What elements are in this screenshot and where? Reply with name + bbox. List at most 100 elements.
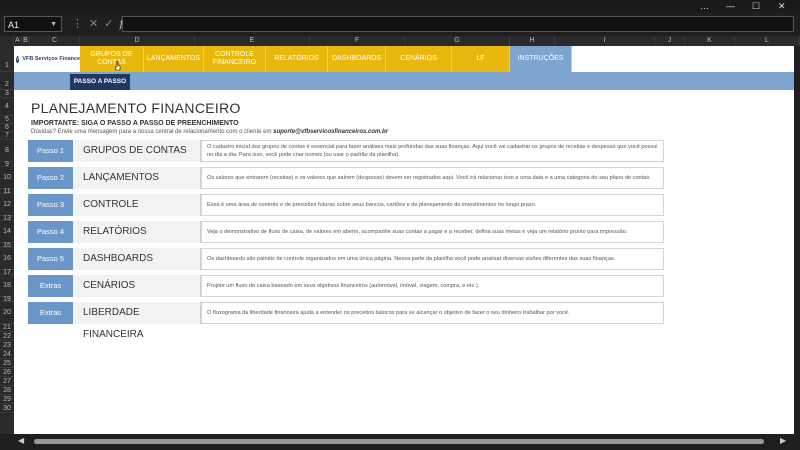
more-options-icon[interactable]: … [700,0,709,12]
row-header[interactable]: 4 [0,98,14,116]
row-header[interactable]: 8 [0,140,14,162]
row-header[interactable]: 29 [0,395,14,404]
tab-cenarios[interactable]: CENÁRIOS [386,46,452,72]
scroll-left-icon[interactable]: ◀ [18,435,24,447]
row-header[interactable]: 21 [0,324,14,332]
step-description-text: O cadastro inicial dos grupos de contas … [207,144,658,158]
tab-lancamentos[interactable]: LANÇAMENTOS [144,46,204,72]
step-row: Passo 3 CONTROLE FINANCEIRO Essa é uma á… [28,194,664,232]
support-email[interactable]: suporte@vfbservicosfinanceiros.com.br [273,129,388,135]
step-description: O fluxograma da liberdade financeira aju… [201,302,664,324]
row-header[interactable]: 24 [0,350,14,359]
worksheet[interactable]: V VFB Serviços Financeiros GRUPOS DE CON… [14,46,794,434]
column-headers: A B C D E F G H I J K L [0,36,800,46]
row-header[interactable]: 1 [0,46,14,72]
step-label: Extras [28,302,73,324]
step-description-text: Essa é uma área de controle e de previsõ… [207,202,537,208]
row-header[interactable]: 23 [0,341,14,350]
row-header[interactable]: 3 [0,90,14,98]
row-header[interactable]: 25 [0,359,14,368]
brand: V VFB Serviços Financeiros [14,46,90,72]
tab-lf[interactable]: LF [452,46,510,72]
step-name[interactable]: LIBERDADE FINANCEIRA [73,302,201,340]
tab-instrucoes[interactable]: INSTRUÇÕES [510,46,572,72]
step-row: Passo 5 DASHBOARDS Os dashboards são pai… [28,248,664,270]
tab-grupos-de-contas[interactable]: GRUPOS DE CONTAS [80,46,144,72]
step-description: O cadastro inicial dos grupos de contas … [201,140,664,162]
row-header[interactable]: 30 [0,404,14,413]
step-row: Passo 2 LANÇAMENTOS Os valores que entra… [28,167,664,189]
brand-logo-icon: V [16,55,20,63]
scroll-right-icon[interactable]: ▶ [780,435,786,447]
row-header[interactable]: 10 [0,167,14,189]
column-header-l[interactable]: L [735,36,800,46]
step-label: Passo 5 [28,248,73,270]
select-all-corner[interactable] [0,36,14,46]
tab-label: LANÇAMENTOS [146,55,201,62]
row-header[interactable]: 2 [0,72,14,90]
name-box[interactable]: A1 ▼ [4,16,62,32]
row-header[interactable]: 28 [0,386,14,395]
column-header-k[interactable]: K [685,36,735,46]
bottom-bar: ◀ ▶ [0,434,800,450]
step-description-text: Projete um fluxo de caixa baseado em seu… [207,283,480,289]
row-header[interactable]: 5 [0,116,14,124]
step-description-text: Veja o demonstrativo de fluxo de caixa, … [207,229,628,235]
step-name[interactable]: LANÇAMENTOS [73,167,201,189]
step-row: Passo 4 RELATÓRIOS Veja o demonstrativo … [28,221,664,243]
tab-controle-financeiro[interactable]: CONTROLE FINANCEIRO [204,46,266,72]
support-text: Dúvidas? Envie uma mensagem para a nossa… [31,129,388,135]
step-name[interactable]: RELATÓRIOS [73,221,201,243]
formula-bar: A1 ▼ ⋮ ✕ ✓ fx [0,12,800,37]
step-name[interactable]: GRUPOS DE CONTAS [73,140,201,162]
tab-label: CONTROLE FINANCEIRO [212,51,257,66]
cancel-icon[interactable]: ✕ [89,16,98,32]
tab-label: INSTRUÇÕES [517,55,564,62]
horizontal-scrollbar[interactable] [32,438,776,446]
tab-passo-a-passo[interactable]: PASSO A PASSO [70,74,130,90]
step-description-text: O fluxograma da liberdade financeira aju… [207,310,570,316]
row-header[interactable]: 18 [0,275,14,297]
tab-relatorios[interactable]: RELATÓRIOS [266,46,328,72]
step-description: Os valores que entrarem (receitas) e os … [201,167,664,189]
column-header-j[interactable]: J [655,36,685,46]
tab-dashboards[interactable]: DASHBOARDS [328,46,386,72]
column-header-a[interactable]: A [14,36,22,46]
row-header[interactable]: 7 [0,132,14,140]
step-name[interactable]: DASHBOARDS [73,248,201,270]
column-header-g[interactable]: G [405,36,510,46]
step-row: Extras LIBERDADE FINANCEIRA O fluxograma… [28,302,664,340]
row-header[interactable]: 27 [0,377,14,386]
sub-nav-bar: PASSO A PASSO [14,72,794,90]
step-name[interactable]: CONTROLE FINANCEIRO [73,194,201,232]
minimize-button[interactable]: — [726,0,735,12]
title-bar: … — ☐ ✕ [0,0,800,12]
column-header-d[interactable]: D [80,36,195,46]
row-header[interactable]: 22 [0,332,14,341]
important-note: IMPORTANTE: SIGA O PASSO A PASSO DE PREE… [31,120,239,127]
row-header[interactable]: 6 [0,124,14,132]
tab-label: LF [476,55,485,62]
column-header-e[interactable]: E [195,36,310,46]
chevron-down-icon[interactable]: ▼ [50,17,57,33]
row-header[interactable]: 12 [0,194,14,216]
maximize-button[interactable]: ☐ [752,0,760,12]
step-name[interactable]: CENÁRIOS [73,275,201,297]
column-header-i[interactable]: I [555,36,655,46]
row-header[interactable]: 20 [0,302,14,324]
step-label: Passo 1 [28,140,73,162]
row-header[interactable]: 14 [0,221,14,243]
column-header-c[interactable]: C [30,36,80,46]
column-header-f[interactable]: F [310,36,405,46]
row-header[interactable]: 16 [0,248,14,270]
confirm-icon[interactable]: ✓ [104,16,113,32]
close-button[interactable]: ✕ [778,0,786,12]
row-header[interactable]: 26 [0,368,14,377]
formula-input[interactable] [122,16,794,32]
tab-label: RELATÓRIOS [274,55,319,62]
hand-cursor-icon [115,61,121,71]
column-header-h[interactable]: H [510,36,555,46]
step-description-text: Os valores que entrarem (receitas) e os … [207,175,651,181]
scrollbar-thumb[interactable] [34,439,764,444]
column-header-b[interactable]: B [22,36,30,46]
